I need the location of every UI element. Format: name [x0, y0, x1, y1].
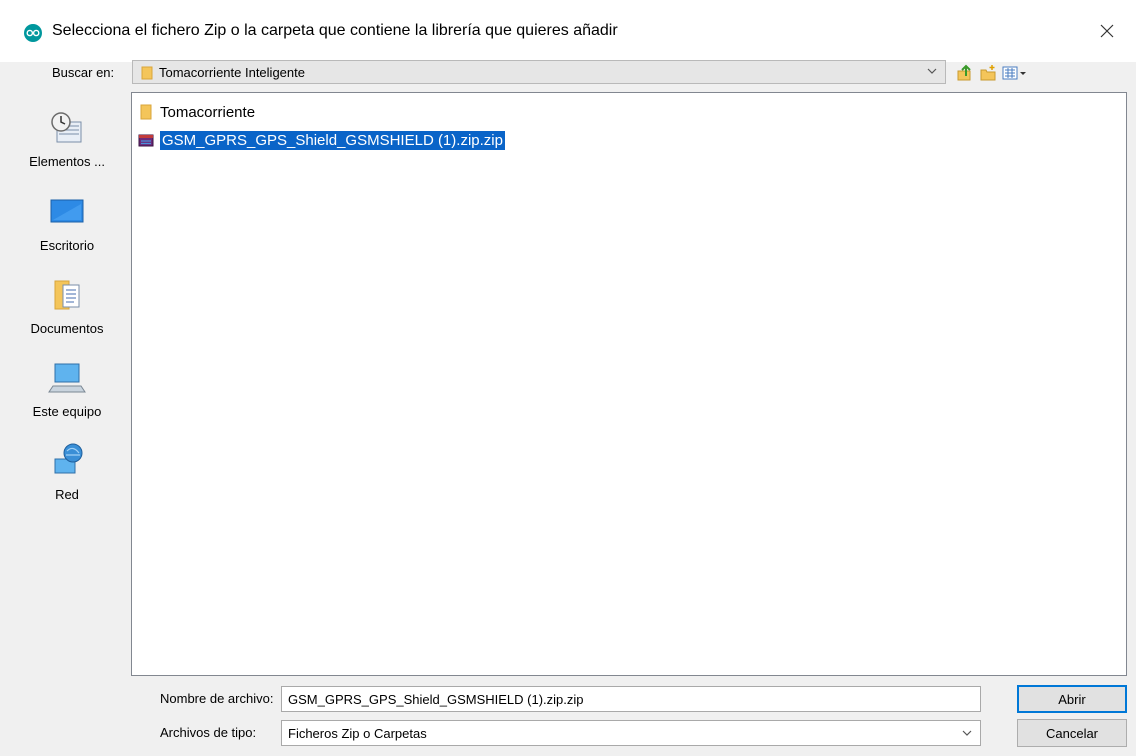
- chevron-down-icon: [962, 730, 972, 736]
- lookin-combo[interactable]: Tomacorriente Inteligente: [132, 60, 946, 84]
- place-recent-items[interactable]: Elementos ...: [10, 108, 124, 169]
- title-bar: Selecciona el fichero Zip o la carpeta q…: [0, 0, 1136, 62]
- file-item-zip[interactable]: GSM_GPRS_GPS_Shield_GSMSHIELD (1).zip.zi…: [138, 129, 505, 151]
- chevron-down-icon: [927, 68, 937, 74]
- list-view-icon: [1002, 66, 1026, 80]
- filetype-combo[interactable]: Ficheros Zip o Carpetas: [281, 720, 981, 746]
- computer-icon: [48, 363, 86, 393]
- new-folder-button[interactable]: [977, 62, 999, 84]
- place-label: Red: [55, 487, 79, 502]
- network-icon: [54, 443, 83, 474]
- place-network[interactable]: Red: [10, 441, 124, 502]
- place-documents[interactable]: Documentos: [10, 275, 124, 336]
- lookin-label: Buscar en:: [52, 65, 115, 80]
- up-folder-icon: [957, 64, 971, 81]
- filename-input[interactable]: [281, 686, 981, 712]
- file-name: GSM_GPRS_GPS_Shield_GSMSHIELD (1).zip.zi…: [160, 130, 505, 150]
- close-button[interactable]: [1090, 14, 1124, 48]
- close-icon: [1100, 24, 1114, 38]
- view-menu-button[interactable]: [1000, 62, 1030, 84]
- open-button[interactable]: Abrir: [1017, 685, 1127, 713]
- folder-icon: [141, 66, 153, 80]
- filetype-value: Ficheros Zip o Carpetas: [288, 726, 427, 741]
- cancel-button[interactable]: Cancelar: [1017, 719, 1127, 747]
- file-list[interactable]: Tomacorriente GSM_GPRS_GPS_Shield_GSMSHI…: [131, 92, 1127, 676]
- file-item-folder[interactable]: Tomacorriente: [138, 101, 255, 123]
- recent-items-icon: [51, 112, 82, 143]
- up-one-level-button[interactable]: [954, 62, 976, 84]
- place-label: Este equipo: [32, 404, 102, 419]
- filename-label: Nombre de archivo:: [160, 691, 274, 706]
- desktop-icon: [50, 199, 84, 223]
- places-sidebar: Elementos ... Escritorio Documentos Este…: [10, 92, 124, 652]
- place-this-pc[interactable]: Este equipo: [10, 358, 124, 419]
- zip-archive-icon: [138, 134, 154, 147]
- place-desktop[interactable]: Escritorio: [10, 192, 124, 253]
- filetype-label: Archivos de tipo:: [160, 725, 257, 740]
- folder-icon: [140, 104, 152, 120]
- file-name: Tomacorriente: [160, 103, 256, 121]
- documents-icon: [54, 280, 80, 310]
- file-chooser-dialog: Selecciona el fichero Zip o la carpeta q…: [0, 0, 1136, 756]
- place-label: Elementos ...: [29, 154, 105, 169]
- window-title: Selecciona el fichero Zip o la carpeta q…: [52, 22, 618, 39]
- place-label: Escritorio: [39, 238, 95, 253]
- new-folder-icon: [980, 65, 996, 81]
- place-label: Documentos: [30, 321, 104, 336]
- lookin-value: Tomacorriente Inteligente: [159, 65, 305, 80]
- arduino-app-icon: [24, 24, 42, 42]
